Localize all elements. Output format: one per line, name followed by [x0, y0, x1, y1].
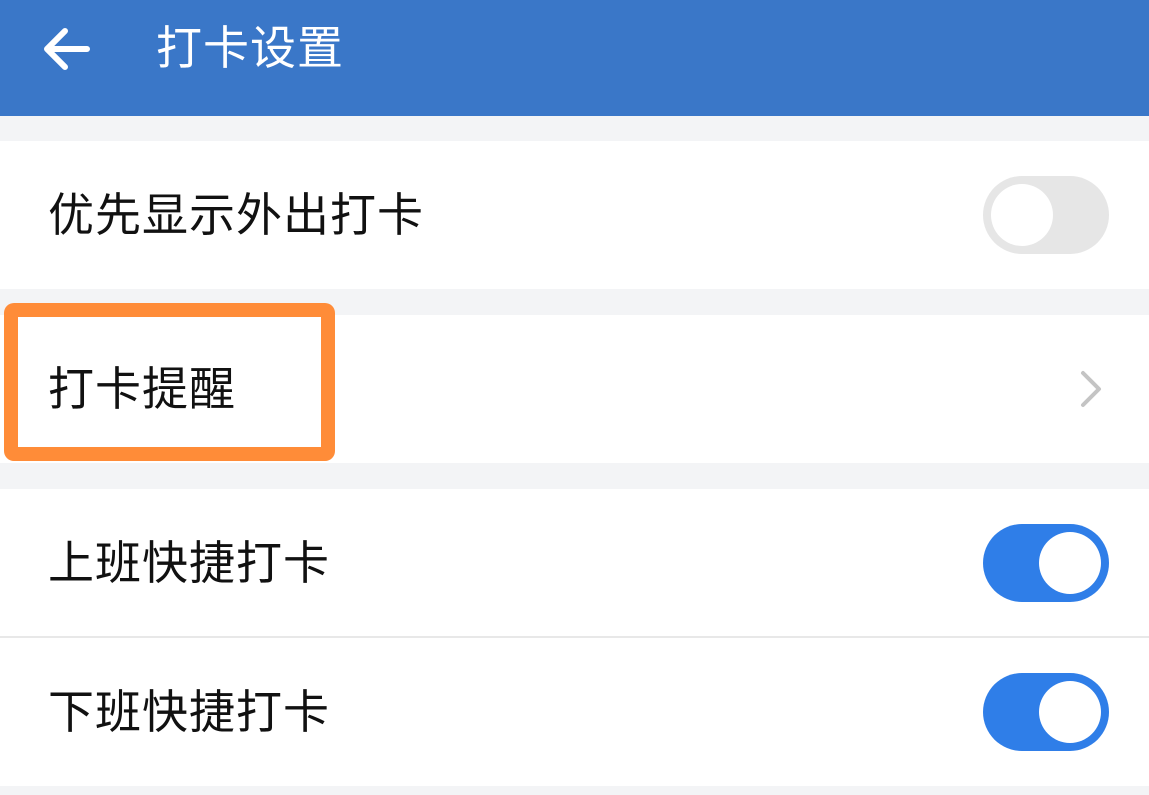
setting-row-clock-out-shortcut: 下班快捷打卡	[0, 638, 1149, 786]
prefer-outside-punch-toggle[interactable]	[983, 176, 1109, 254]
setting-label: 优先显示外出打卡	[48, 188, 424, 242]
setting-row-prefer-outside-punch: 优先显示外出打卡	[0, 141, 1149, 289]
back-button[interactable]	[30, 14, 100, 84]
toggle-knob	[1039, 532, 1101, 594]
setting-label: 下班快捷打卡	[48, 685, 330, 739]
setting-row-punch-reminder[interactable]: 打卡提醒	[0, 315, 1149, 463]
setting-label: 打卡提醒	[48, 362, 236, 416]
toggle-knob	[991, 184, 1053, 246]
app-header: 打卡设置	[0, 0, 1149, 116]
setting-label: 上班快捷打卡	[48, 536, 330, 590]
clock-in-shortcut-toggle[interactable]	[983, 524, 1109, 602]
clock-out-shortcut-toggle[interactable]	[983, 673, 1109, 751]
chevron-right-icon	[1081, 371, 1101, 407]
setting-row-clock-in-shortcut: 上班快捷打卡	[0, 489, 1149, 637]
arrow-left-icon	[44, 28, 90, 70]
page-title: 打卡设置	[156, 21, 344, 75]
toggle-knob	[1039, 681, 1101, 743]
